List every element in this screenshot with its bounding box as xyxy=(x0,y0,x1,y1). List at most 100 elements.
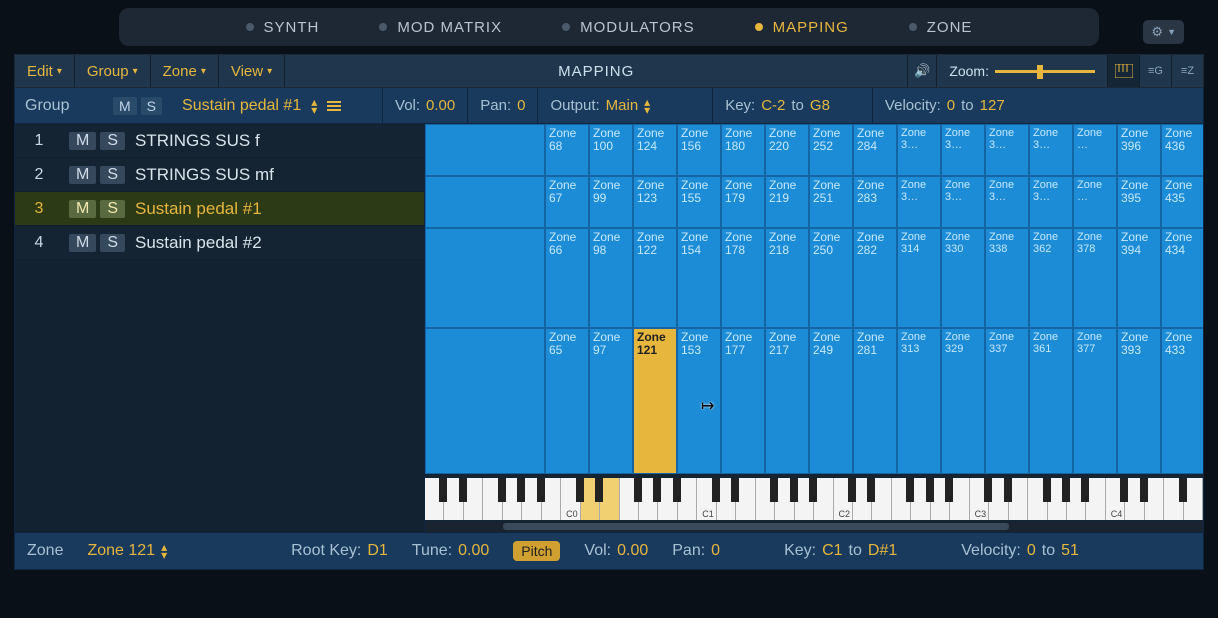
mute-button[interactable]: M xyxy=(69,166,96,184)
zone-cell[interactable]: Zone218 xyxy=(765,228,809,328)
zoom-slider-handle[interactable] xyxy=(1037,65,1043,79)
group-name-selector[interactable]: Sustain pedal #1 xyxy=(182,97,301,115)
zone-cell[interactable]: Zone314 xyxy=(897,228,941,328)
zone-cell[interactable]: Zone313 xyxy=(897,328,941,474)
zone-cell[interactable]: Zone219 xyxy=(765,176,809,228)
group-solo-button[interactable]: S xyxy=(141,97,162,115)
zone-cell[interactable]: Zone281 xyxy=(853,328,897,474)
zone-cell[interactable]: Zone249 xyxy=(809,328,853,474)
zone-cell[interactable]: Zone393 xyxy=(1117,328,1161,474)
mute-button[interactable]: M xyxy=(69,200,96,218)
tab-mod-matrix[interactable]: MOD MATRIX xyxy=(379,19,502,36)
footer-pan-value[interactable]: 0 xyxy=(711,542,720,560)
zone-cell[interactable]: Zone97 xyxy=(589,328,633,474)
piano-key-black[interactable] xyxy=(439,478,447,502)
group-row[interactable]: 1MSSTRINGS SUS f xyxy=(15,124,424,158)
zone-cell[interactable]: Zone396 xyxy=(1117,124,1161,176)
piano-key-black[interactable] xyxy=(1043,478,1051,502)
pitch-toggle[interactable]: Pitch xyxy=(513,541,560,561)
zone-cell[interactable]: Zone… xyxy=(1073,176,1117,228)
keyboard-ruler[interactable]: C0C1C2C3C4 xyxy=(425,478,1203,520)
piano-key-black[interactable] xyxy=(459,478,467,502)
zone-cell[interactable]: Zone436 xyxy=(1161,124,1203,176)
zone-mapping-pane[interactable]: Zone68Zone100Zone124Zone156Zone180Zone22… xyxy=(425,124,1203,532)
piano-key-black[interactable] xyxy=(595,478,603,502)
tune-value[interactable]: 0.00 xyxy=(458,542,489,560)
zone-cell[interactable]: Zone177 xyxy=(721,328,765,474)
zone-cell[interactable]: Zone3… xyxy=(941,176,985,228)
zoom-slider[interactable] xyxy=(995,70,1095,73)
key-low-value[interactable]: C-2 xyxy=(761,97,785,114)
zone-cell[interactable]: Zone122 xyxy=(633,228,677,328)
group-mute-button[interactable]: M xyxy=(113,97,137,115)
zone-cell[interactable]: Zone251 xyxy=(809,176,853,228)
zone-cell[interactable]: Zone3… xyxy=(1029,124,1073,176)
piano-key-black[interactable] xyxy=(673,478,681,502)
footer-key-high[interactable]: D#1 xyxy=(868,542,897,560)
view-mode-zone[interactable]: ≡Z xyxy=(1171,55,1203,87)
piano-key-black[interactable] xyxy=(926,478,934,502)
zone-cell[interactable]: Zone337 xyxy=(985,328,1029,474)
piano-key-black[interactable] xyxy=(867,478,875,502)
zone-cell[interactable] xyxy=(425,328,545,474)
horizontal-scrollbar[interactable] xyxy=(425,522,1203,532)
piano-key-black[interactable] xyxy=(906,478,914,502)
zone-cell[interactable]: Zone124 xyxy=(633,124,677,176)
piano-key-black[interactable] xyxy=(634,478,642,502)
piano-key-black[interactable] xyxy=(731,478,739,502)
tab-zone[interactable]: ZONE xyxy=(909,19,973,36)
zone-cell[interactable]: Zone98 xyxy=(589,228,633,328)
zone-cell[interactable]: Zone3… xyxy=(985,176,1029,228)
zone-cell[interactable]: Zone330 xyxy=(941,228,985,328)
piano-key-black[interactable] xyxy=(1120,478,1128,502)
zone-stepper-icon[interactable]: ▴▾ xyxy=(161,543,167,559)
zone-cell[interactable]: Zone220 xyxy=(765,124,809,176)
zone-cell[interactable]: Zone378 xyxy=(1073,228,1117,328)
zone-name-value[interactable]: Zone 121 xyxy=(87,542,155,560)
menu-edit[interactable]: Edit▾ xyxy=(15,55,75,87)
piano-key-black[interactable] xyxy=(945,478,953,502)
zone-cell[interactable]: Zone435 xyxy=(1161,176,1203,228)
zone-cell[interactable]: Zone250 xyxy=(809,228,853,328)
settings-gear-button[interactable]: ⚙ ▼ xyxy=(1143,20,1184,44)
piano-key[interactable] xyxy=(620,478,639,520)
footer-vel-high[interactable]: 51 xyxy=(1061,542,1079,560)
pan-value[interactable]: 0 xyxy=(517,97,525,114)
zone-cell[interactable]: Zone361 xyxy=(1029,328,1073,474)
group-row[interactable]: 3MSSustain pedal #1 xyxy=(15,192,424,226)
piano-key-black[interactable] xyxy=(1140,478,1148,502)
piano-key-black[interactable] xyxy=(770,478,778,502)
zone-cell[interactable]: Zone395 xyxy=(1117,176,1161,228)
piano-key-black[interactable] xyxy=(1004,478,1012,502)
view-mode-keyboard[interactable] xyxy=(1107,55,1139,87)
zone-cell[interactable]: Zone66 xyxy=(545,228,589,328)
piano-key[interactable]: C4 xyxy=(1106,478,1125,520)
zone-cell[interactable]: Zone180 xyxy=(721,124,765,176)
zone-cell[interactable]: Zone3… xyxy=(897,124,941,176)
key-high-value[interactable]: G8 xyxy=(810,97,830,114)
group-stepper-icon[interactable]: ▴▾ xyxy=(311,98,317,114)
footer-vol-value[interactable]: 0.00 xyxy=(617,542,648,560)
zone-cell[interactable] xyxy=(425,124,545,176)
zone-cell[interactable]: Zone3… xyxy=(897,176,941,228)
piano-key[interactable] xyxy=(756,478,775,520)
output-value[interactable]: Main xyxy=(606,97,639,114)
zone-cell[interactable]: Zone3… xyxy=(1029,176,1073,228)
piano-key[interactable]: C0 xyxy=(561,478,580,520)
zone-cell[interactable]: Zone433 xyxy=(1161,328,1203,474)
mute-button[interactable]: M xyxy=(69,234,96,252)
zone-cell[interactable]: Zone283 xyxy=(853,176,897,228)
solo-button[interactable]: S xyxy=(100,166,125,184)
piano-key-black[interactable] xyxy=(537,478,545,502)
zone-cell[interactable]: Zone362 xyxy=(1029,228,1073,328)
menu-zone[interactable]: Zone▾ xyxy=(151,55,219,87)
zone-cell[interactable]: Zone100 xyxy=(589,124,633,176)
piano-key-black[interactable] xyxy=(1062,478,1070,502)
zone-cell[interactable]: Zone153 xyxy=(677,328,721,474)
zone-cell[interactable]: Zone121 xyxy=(633,328,677,474)
rootkey-value[interactable]: D1 xyxy=(367,542,387,560)
piano-key-black[interactable] xyxy=(653,478,661,502)
piano-key[interactable] xyxy=(1164,478,1183,520)
velocity-high-value[interactable]: 127 xyxy=(980,97,1005,114)
piano-key[interactable]: C1 xyxy=(697,478,716,520)
